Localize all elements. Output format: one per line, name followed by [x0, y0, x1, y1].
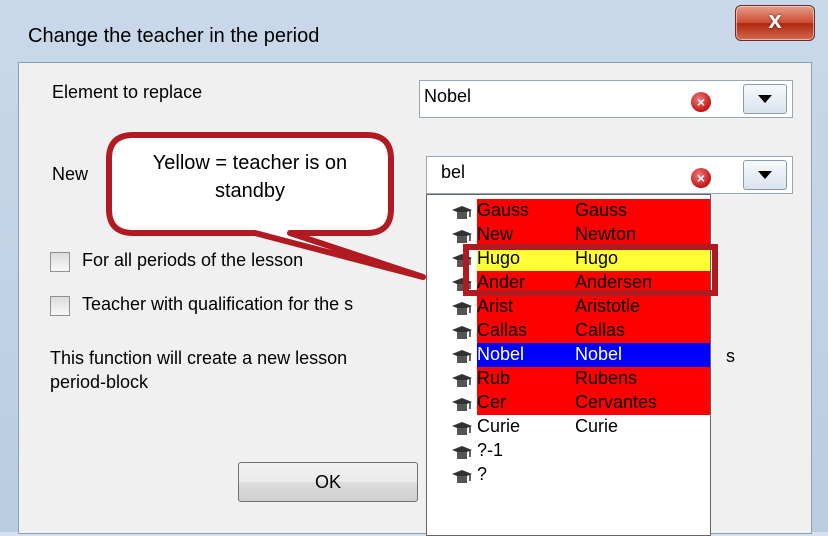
teacher-full-name: Curie [575, 416, 619, 436]
mortarboard-icon [452, 422, 472, 435]
new-teacher-value: bel [441, 162, 466, 182]
teacher-list-item[interactable]: Nobel Nobel [427, 343, 710, 367]
mortarboard-icon [452, 206, 472, 219]
mortarboard-icon [452, 350, 472, 363]
teacher-full-name: Aristotle [575, 296, 641, 316]
element-to-replace-combo[interactable]: Nobel × [419, 80, 793, 118]
mortarboard-icon [452, 374, 472, 387]
mortarboard-icon [452, 398, 472, 411]
teacher-list-item[interactable]: Gauss Gauss [427, 199, 710, 223]
teacher-short-name: Callas [477, 320, 528, 340]
teacher-short-name: ? [477, 464, 488, 484]
mortarboard-icon [452, 302, 472, 315]
teacher-short-name: Arist [477, 296, 513, 316]
teacher-full-name: Nobel [575, 344, 623, 364]
mortarboard-icon [452, 470, 472, 483]
teacher-list-item[interactable]: Curie Curie [427, 415, 710, 439]
qualification-label: Teacher with qualification for the s [82, 294, 354, 314]
mortarboard-icon [452, 446, 472, 459]
mortarboard-icon [452, 230, 472, 243]
teacher-short-name: ?-1 [477, 440, 504, 460]
teacher-full-name: Rubens [575, 368, 638, 388]
teacher-list-item[interactable]: ? [427, 463, 710, 487]
teacher-short-name: New [477, 224, 514, 244]
close-icon: x [768, 7, 782, 34]
dialog-window: Change the teacher in the period x Eleme… [0, 0, 828, 536]
all-periods-checkbox[interactable] [50, 252, 70, 272]
callout-text-line-1: Yellow = teacher is on [153, 152, 347, 174]
window-title: Change the teacher in the period [28, 25, 320, 47]
teacher-short-name: Rub [477, 368, 511, 388]
info-text: This function will create a new lesson p… [50, 346, 347, 394]
close-button[interactable]: x [735, 5, 815, 41]
new-teacher-combo[interactable]: bel × [426, 156, 793, 194]
info-line-1: This function will create a new lesson [50, 348, 348, 368]
element-to-replace-label: Element to replace [52, 82, 203, 102]
clear-icon[interactable]: × [691, 92, 711, 112]
callout-text-line-2: standby [215, 180, 285, 202]
qualification-checkbox[interactable] [50, 296, 70, 316]
clear-icon[interactable]: × [691, 168, 711, 188]
mortarboard-icon [452, 326, 472, 339]
standby-callout: Yellow = teacher is on standby [106, 132, 426, 280]
teacher-list-item[interactable]: Arist Aristotle [427, 295, 710, 319]
teacher-full-name: Newton [575, 224, 637, 244]
ok-button[interactable]: OK [238, 462, 418, 502]
teacher-list-item[interactable]: Callas Callas [427, 319, 710, 343]
teacher-full-name: Callas [575, 320, 626, 340]
chevron-down-icon[interactable] [743, 160, 787, 190]
teacher-list-item[interactable]: ?-1 [427, 439, 710, 463]
element-to-replace-value: Nobel [424, 86, 472, 106]
teacher-short-name: Curie [477, 416, 521, 436]
teacher-short-name: Gauss [477, 200, 530, 220]
teacher-short-name: Nobel [477, 344, 525, 364]
new-teacher-label: New [52, 164, 89, 184]
teacher-full-name: Gauss [575, 200, 628, 220]
teacher-list-item[interactable]: Cer Cervantes [427, 391, 710, 415]
chevron-down-icon[interactable] [743, 84, 787, 114]
info-line-1-tail: s [726, 346, 735, 366]
teacher-full-name: Cervantes [575, 392, 658, 412]
info-line-2: period-block [50, 372, 149, 392]
teacher-list-item[interactable]: Rub Rubens [427, 367, 710, 391]
standby-highlight-frame [463, 244, 718, 296]
teacher-short-name: Cer [477, 392, 507, 412]
title-bar: Change the teacher in the period x [0, 0, 828, 62]
